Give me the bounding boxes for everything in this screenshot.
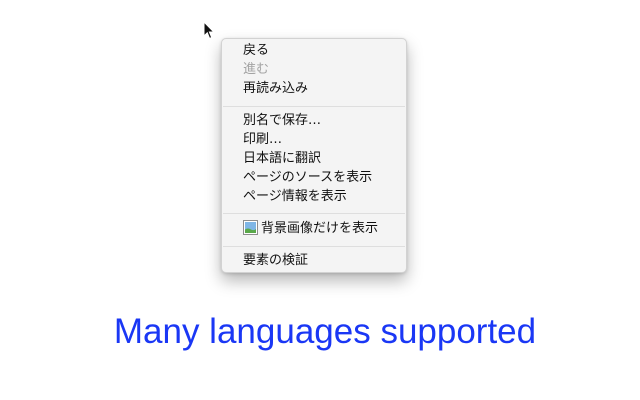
menu-item-print[interactable]: 印刷… [222,130,406,149]
context-menu: 戻る 進む 再読み込み 別名で保存… 印刷… 日本語に翻訳 ページのソースを表示… [221,38,407,273]
menu-item-save-as[interactable]: 別名で保存… [222,111,406,130]
menu-item-view-source[interactable]: ページのソースを表示 [222,168,406,187]
menu-separator [223,213,405,214]
menu-item-page-info[interactable]: ページ情報を表示 [222,187,406,206]
menu-item-translate[interactable]: 日本語に翻訳 [222,149,406,168]
caption-text: Many languages supported [113,312,537,351]
menu-item-view-background-image[interactable]: 背景画像だけを表示 [222,219,406,238]
menu-item-forward: 進む [243,62,270,77]
menu-item-reload[interactable]: 再読み込み [222,79,406,98]
mouse-pointer-icon [203,21,215,40]
menu-separator [223,246,405,247]
menu-item-label: 背景画像だけを表示 [261,221,379,236]
image-icon [243,220,258,235]
menu-item-back[interactable]: 戻る [222,41,406,60]
menu-item-inspect-element[interactable]: 要素の検証 [222,251,406,270]
menu-separator [223,106,405,107]
